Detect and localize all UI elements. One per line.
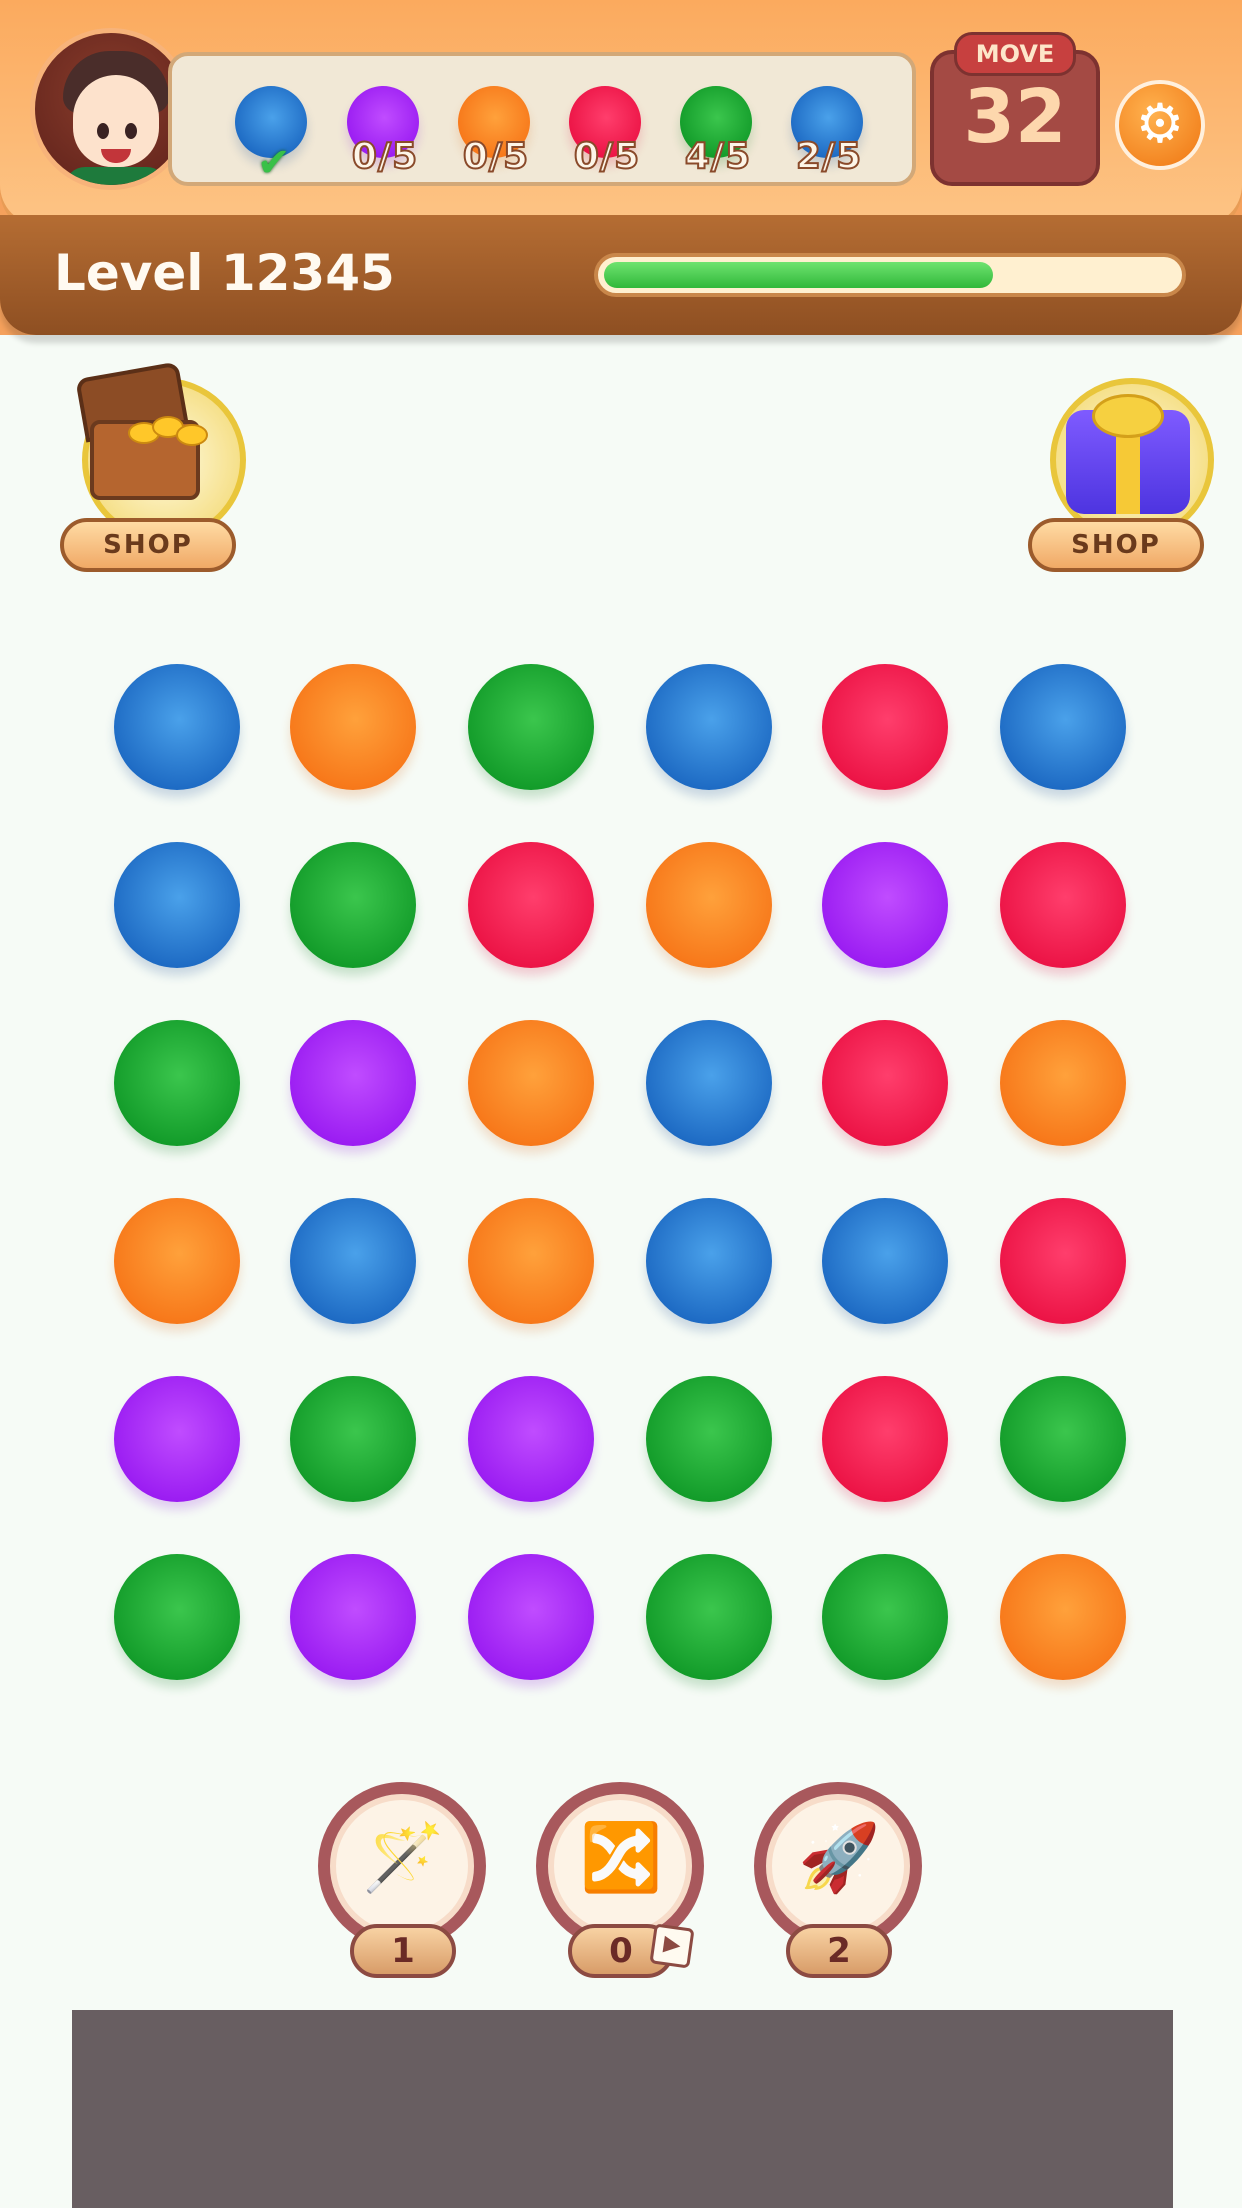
board-ball-purple[interactable] [468,1376,594,1502]
shop-label: SHOP [1028,518,1204,572]
board-ball-orange[interactable] [114,1198,240,1324]
board-ball-blue[interactable] [290,1198,416,1324]
board-ball-purple[interactable] [468,1554,594,1680]
board-ball-green[interactable] [646,1376,772,1502]
board-ball-green[interactable] [646,1554,772,1680]
booster-magic-wand[interactable]: 🪄 1 [318,1782,488,1982]
magic-wand-icon: 🪄 [362,1819,445,1896]
goal-count: 0/5 [573,135,641,178]
goal-count: 2/5 [795,135,863,178]
booster-shuffle[interactable]: 🔀 0 ▶ [536,1782,706,1982]
moves-left-value: 32 [963,74,1067,160]
board-ball-orange[interactable] [1000,1020,1126,1146]
board-ball-red[interactable] [822,1020,948,1146]
booster-rocket[interactable]: 🚀 2 [754,1782,924,1982]
board-ball-orange[interactable] [468,1020,594,1146]
goal-panel: ✔ 0/5 0/5 0/5 4/5 2/5 [168,52,916,186]
board-ball-green[interactable] [1000,1376,1126,1502]
video-ad-icon[interactable]: ▶ [649,1923,695,1969]
goal-item: ✔ [235,86,311,186]
board-ball-purple[interactable] [114,1376,240,1502]
shuffle-icon: 🔀 [580,1819,663,1896]
settings-gear-icon[interactable]: ⚙ [1115,80,1205,170]
board-ball-blue[interactable] [1000,664,1126,790]
board-ball-green[interactable] [822,1554,948,1680]
board-ball-green[interactable] [114,1554,240,1680]
board-ball-orange[interactable] [646,842,772,968]
board-ball-green[interactable] [468,664,594,790]
board-ball-blue[interactable] [646,1020,772,1146]
level-progress-fill [604,262,993,288]
board-ball-red[interactable] [822,1376,948,1502]
goal-count: 4/5 [684,135,752,178]
board-ball-blue[interactable] [646,664,772,790]
board-ball-blue[interactable] [114,842,240,968]
board-ball-purple[interactable] [290,1020,416,1146]
board-ball-blue[interactable] [646,1198,772,1324]
board-ball-red[interactable] [1000,842,1126,968]
shop-chest-button[interactable]: SHOP [60,360,260,580]
goal-item: 4/5 [680,86,756,178]
level-progress-bar [594,253,1186,297]
ball-board [100,650,1160,1700]
rocket-icon: 🚀 [798,1819,881,1896]
top-header: ✔ 0/5 0/5 0/5 4/5 2/5 MOVE 32 ⚙ Level 12… [0,0,1242,335]
board-ball-red[interactable] [1000,1198,1126,1324]
board-ball-purple[interactable] [290,1554,416,1680]
goal-count: 0/5 [351,135,419,178]
board-ball-orange[interactable] [290,664,416,790]
goal-item: 2/5 [791,86,867,178]
board-ball-orange[interactable] [468,1198,594,1324]
goal-count: 0/5 [462,135,530,178]
board-ball-green[interactable] [290,842,416,968]
board-ball-blue[interactable] [114,664,240,790]
goal-item: 0/5 [569,86,645,178]
board-ball-green[interactable] [290,1376,416,1502]
check-icon: ✔ [257,140,291,186]
goal-item: 0/5 [458,86,534,178]
booster-count: 1 [350,1924,456,1978]
board-ball-purple[interactable] [822,842,948,968]
board-ball-green[interactable] [114,1020,240,1146]
move-label: MOVE [954,32,1076,76]
board-ball-red[interactable] [468,842,594,968]
shop-label: SHOP [60,518,236,572]
board-ball-orange[interactable] [1000,1554,1126,1680]
board-ball-red[interactable] [822,664,948,790]
booster-count: 2 [786,1924,892,1978]
ad-banner-area[interactable] [72,2010,1173,2208]
level-title: Level 12345 [54,244,395,302]
goal-item: 0/5 [347,86,423,178]
shop-gift-button[interactable]: SHOP [1028,360,1228,580]
board-ball-blue[interactable] [822,1198,948,1324]
